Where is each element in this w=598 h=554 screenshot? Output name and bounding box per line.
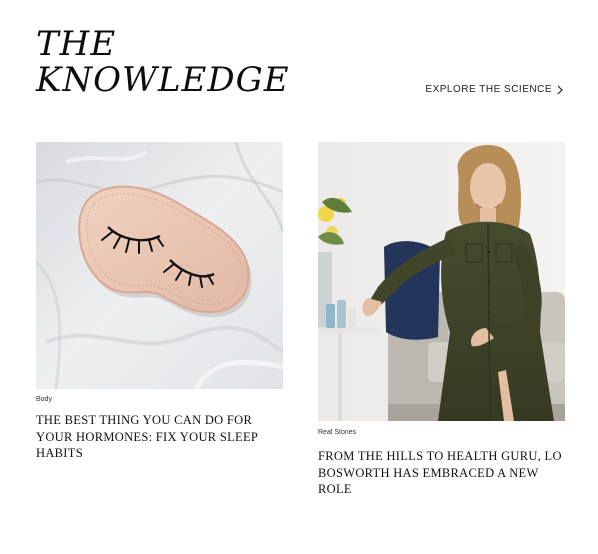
article-category: Body: [36, 396, 52, 403]
article-card-lo-bosworth[interactable]: Real Stories FROM THE HILLS TO HEALTH GU…: [318, 142, 565, 498]
article-title[interactable]: THE BEST THING YOU CAN DO FOR YOUR HORMO…: [36, 412, 283, 462]
article-image-sleep-mask[interactable]: [36, 142, 283, 389]
section-title-line-1: THE: [36, 24, 117, 64]
explore-science-link[interactable]: EXPLORE THE SCIENCE: [425, 84, 564, 95]
article-card-sleep[interactable]: Body THE BEST THING YOU CAN DO FOR YOUR …: [36, 142, 283, 462]
chevron-right-icon: [557, 85, 563, 94]
article-category: Real Stories: [318, 429, 357, 436]
section-title-line-2: KNOWLEDGE: [36, 60, 290, 100]
explore-science-label: EXPLORE THE SCIENCE: [425, 84, 552, 95]
article-title[interactable]: FROM THE HILLS TO HEALTH GURU, LO BOSWOR…: [318, 448, 565, 498]
article-image-lo-bosworth[interactable]: [318, 142, 565, 421]
section-title: THE KNOWLEDGE: [36, 26, 290, 98]
